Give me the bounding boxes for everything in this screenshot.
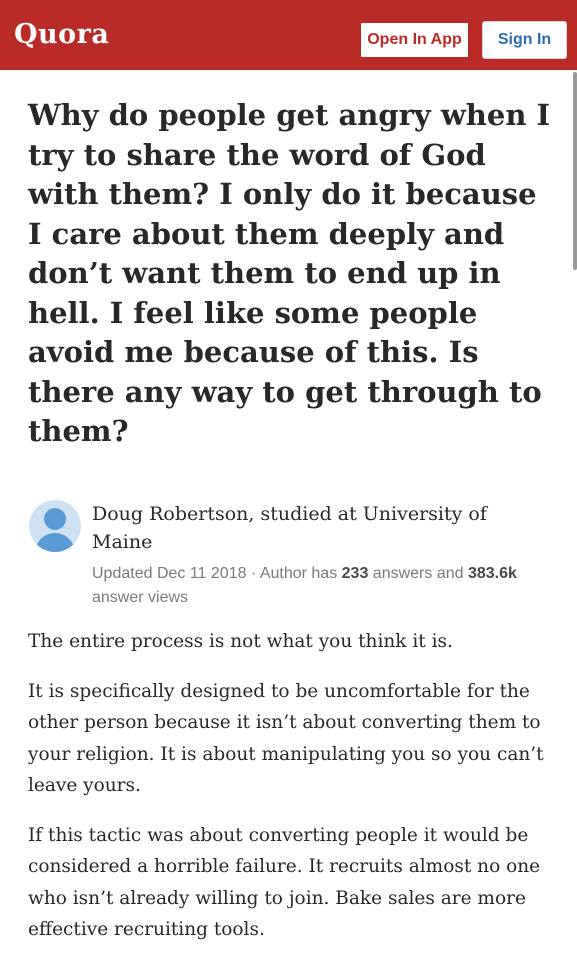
- meta-updated: Updated Dec 11 2018 · Author has: [92, 565, 342, 582]
- answer-paragraph: It is specifically designed to be uncomf…: [28, 680, 544, 797]
- answer-paragraph: If this tactic was about converting peop…: [28, 824, 541, 941]
- answer-meta: Updated Dec 11 2018 · Author has 233 ans…: [92, 562, 532, 610]
- quora-logo[interactable]: Quora: [14, 19, 109, 50]
- answer-body: The entire process is not what you think…: [28, 626, 556, 964]
- scrollbar[interactable]: [573, 72, 577, 270]
- open-in-app-button[interactable]: Open In App: [359, 21, 470, 59]
- meta-views-label: answer views: [92, 589, 189, 606]
- views-count: 383.6k: [467, 565, 517, 582]
- avatar-body-shape: [35, 533, 75, 552]
- answer-paragraph: The entire process is not what you think…: [28, 631, 453, 652]
- author-name-credential[interactable]: Doug Robertson, studied at University of…: [92, 500, 532, 556]
- meta-answers-label: answers and: [368, 565, 468, 582]
- answers-count: 233: [341, 565, 369, 582]
- sign-in-button[interactable]: Sign In: [482, 21, 567, 59]
- question-title[interactable]: Why do people get angry when I try to sh…: [28, 96, 558, 452]
- user-avatar-icon[interactable]: [29, 500, 81, 552]
- avatar-head-shape: [44, 508, 66, 530]
- top-bar: Quora Open In App Sign In: [0, 0, 577, 70]
